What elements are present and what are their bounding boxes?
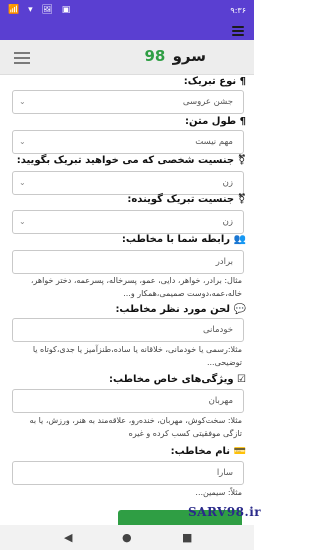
relation-hint: مثال: برادر، خواهر، دایی، عمو، پسرخاله، … — [30, 276, 242, 298]
length-select[interactable]: مهم نیست ⌄ — [12, 130, 244, 154]
traits-label: ☑ ویژگی‌های خاص مخاطب: — [109, 374, 246, 385]
chevron-down-icon: ⌄ — [19, 217, 26, 226]
relation-label: 👥 رابطه شما با مخاطب: — [121, 234, 246, 245]
recipient-gender-select[interactable]: زن ⌄ — [12, 171, 244, 195]
chevron-down-icon: ⌄ — [19, 137, 26, 146]
recents-icon[interactable]: ■ — [182, 531, 192, 544]
sender-gender-value: زن — [222, 217, 233, 227]
tone-label: 💬 لحن مورد نظر مخاطب: — [115, 304, 246, 315]
occasion-label: ¶ نوع تبریک: — [183, 76, 246, 87]
tone-value: خودمانی — [202, 325, 233, 335]
name-value: سارا — [216, 468, 233, 478]
occasion-value: جشن عروسی — [182, 97, 233, 107]
relation-value: برادر — [215, 257, 233, 267]
app-header: سرو 98 — [0, 40, 254, 75]
sender-gender-label: ⚧ جنسیت تبریک گوینده: — [127, 194, 246, 205]
status-indicators: 📶 ▾ 🖼 ▣ — [8, 5, 74, 15]
chevron-down-icon: ⌄ — [19, 97, 26, 106]
hamburger-menu-icon[interactable] — [14, 52, 30, 64]
status-bar: 📶 ▾ 🖼 ▣ ۹:۳۶ — [0, 0, 254, 22]
traits-hint: مثلا: سخت‌کوش، مهربان، خنده‌رو، علاقه‌من… — [29, 416, 242, 438]
traits-value: مهربان — [208, 396, 233, 406]
logo-text: سرو — [172, 47, 206, 65]
recipient-gender-value: زن — [222, 178, 233, 188]
recipient-gender-label: ⚧ جنسیت شخصی که می خواهید تبریک بگویید: — [16, 155, 246, 166]
name-hint: مثلاً: سیمین... — [195, 488, 242, 497]
name-label: 💳 نام مخاطب: — [170, 446, 246, 457]
site-logo[interactable]: سرو 98 — [144, 47, 206, 65]
sender-gender-select[interactable]: زن ⌄ — [12, 210, 244, 234]
chevron-down-icon: ⌄ — [19, 178, 26, 187]
tone-input[interactable]: خودمانی — [12, 318, 244, 342]
status-time: ۹:۳۶ — [230, 6, 246, 15]
site-watermark: SARV98.ir — [188, 505, 262, 519]
traits-input[interactable]: مهربان — [12, 389, 244, 413]
length-label: ¶ طول متن: — [185, 116, 246, 127]
logo-number: 98 — [144, 47, 166, 65]
name-input[interactable]: سارا — [12, 461, 244, 485]
occasion-select[interactable]: جشن عروسی ⌄ — [12, 90, 244, 114]
back-icon[interactable]: ◀ — [64, 531, 72, 544]
tone-hint: مثلا:رسمی یا خودمانی، خلاقانه یا ساده،طن… — [32, 345, 242, 367]
browser-strip — [0, 22, 254, 40]
length-value: مهم نیست — [195, 137, 233, 147]
home-icon[interactable]: ● — [122, 531, 132, 544]
relation-input[interactable]: برادر — [12, 250, 244, 274]
overflow-menu-icon[interactable] — [232, 26, 244, 36]
android-nav-bar: ◀ ● ■ — [0, 525, 254, 550]
